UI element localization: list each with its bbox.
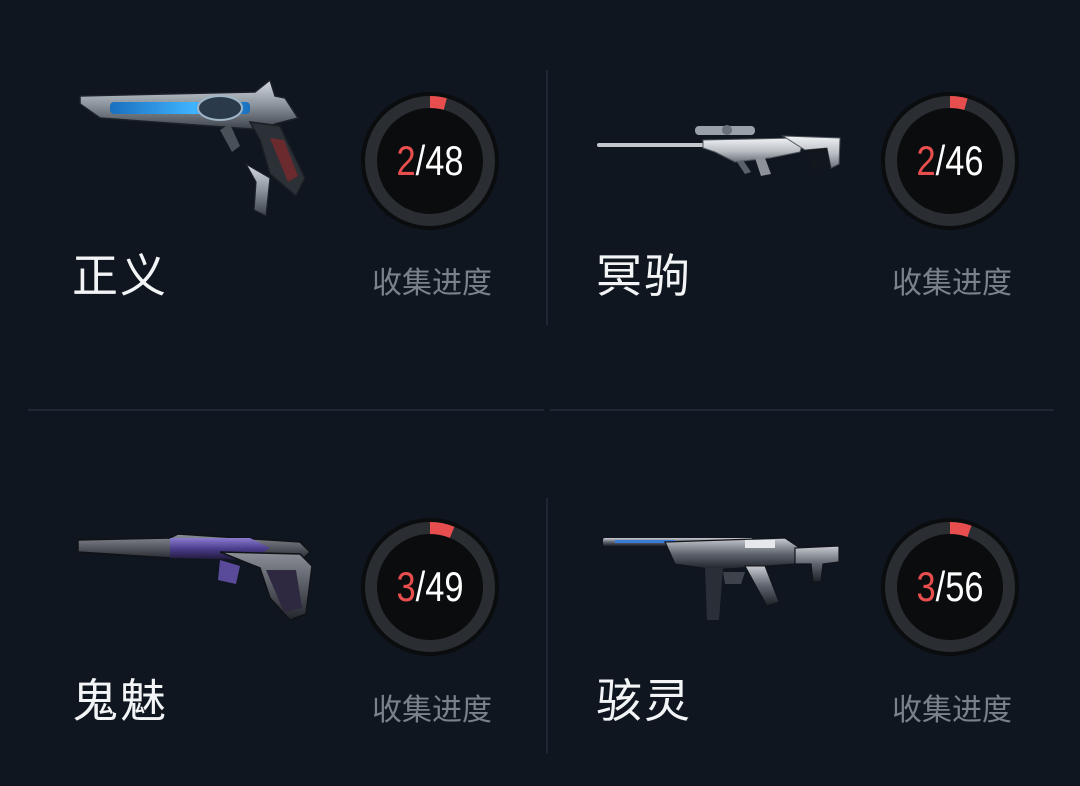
collection-progress-label: 收集进度	[892, 693, 1012, 728]
collection-progress-ring	[881, 518, 1019, 656]
weapon-card-sheriff[interactable]: 2/48 正义 收集进度	[0, 0, 540, 393]
collection-progress-label: 收集进度	[892, 266, 1012, 301]
weapon-card-spectre[interactable]: 3/56 骇灵 收集进度	[540, 393, 1080, 786]
weapon-card-ghost[interactable]: 3/49 鬼魅 收集进度	[0, 393, 540, 786]
weapon-name: 鬼魅	[72, 674, 168, 728]
collection-progress-ring	[881, 92, 1019, 230]
weapon-name: 冥驹	[596, 249, 692, 303]
collection-progress-ring	[361, 518, 499, 656]
sheriff-revolver-icon	[79, 78, 306, 217]
weapon-collection-grid: 2/48 正义 收集进度 2 / 46 冥驹 收集进度 3 / 49 鬼魅 收集…	[0, 0, 1080, 786]
weapon-name: 骇灵	[596, 674, 692, 728]
weapon-name: 正义	[72, 249, 168, 303]
collection-progress-ring	[361, 92, 499, 230]
collection-progress-label: 收集进度	[372, 266, 492, 301]
spectre-smg-icon	[603, 537, 840, 620]
marshal-sniper-icon	[597, 125, 841, 176]
collection-progress-label: 收集进度	[372, 693, 492, 728]
weapon-card-marshal[interactable]: 2/46 冥驹 收集进度	[540, 0, 1080, 393]
ghost-pistol-icon	[77, 533, 313, 621]
